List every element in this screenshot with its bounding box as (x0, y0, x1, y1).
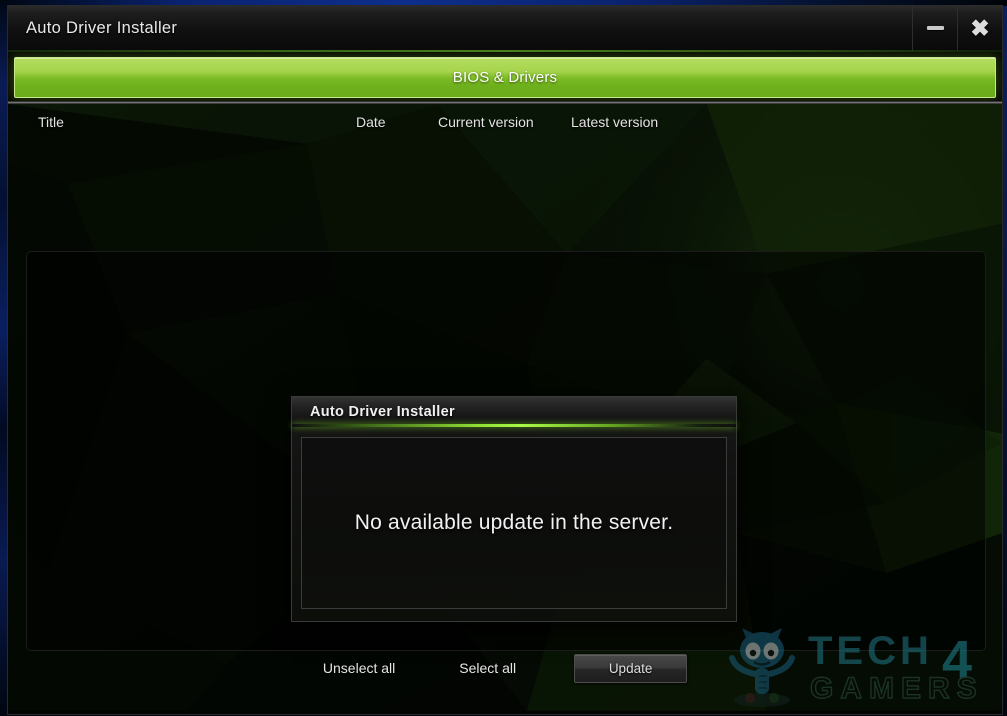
dialog-body: No available update in the server. (301, 437, 727, 609)
column-header-date: Date (356, 113, 386, 130)
close-button[interactable]: ✖ (957, 5, 1002, 51)
table-header-row: Title Date Current version Latest versio… (8, 104, 1002, 139)
tab-label: BIOS & Drivers (452, 69, 558, 86)
minimize-button[interactable] (912, 5, 957, 51)
select-all-button[interactable]: Select all (459, 660, 516, 676)
dialog-message: No available update in the server. (354, 511, 674, 534)
window-control-group: ✖ (912, 5, 1002, 51)
unselect-all-button[interactable]: Unselect all (323, 660, 395, 676)
desktop-left-strip (0, 0, 7, 716)
dialog-title: Auto Driver Installer (310, 404, 455, 420)
auto-driver-installer-dialog: Auto Driver Installer No available updat… (291, 396, 737, 622)
column-header-current-version: Current version (438, 113, 534, 130)
window-title: Auto Driver Installer (26, 18, 178, 37)
content-area: Title Date Current version Latest versio… (8, 104, 1002, 712)
column-header-latest-version: Latest version (571, 113, 659, 130)
tab-bios-and-drivers[interactable]: BIOS & Drivers (14, 57, 996, 98)
window-titlebar: Auto Driver Installer ✖ (8, 5, 1002, 52)
auto-driver-installer-window: Auto Driver Installer ✖ BIOS & Drivers T… (7, 5, 1003, 715)
footer-actions: Unselect all Select all Update (8, 624, 1002, 712)
close-icon: ✖ (970, 14, 990, 41)
minimize-icon (926, 26, 944, 30)
column-header-title: Title (38, 113, 64, 130)
dialog-titlebar: Auto Driver Installer (292, 397, 736, 427)
update-button[interactable]: Update (574, 653, 688, 683)
tabbar: BIOS & Drivers (8, 52, 1002, 101)
